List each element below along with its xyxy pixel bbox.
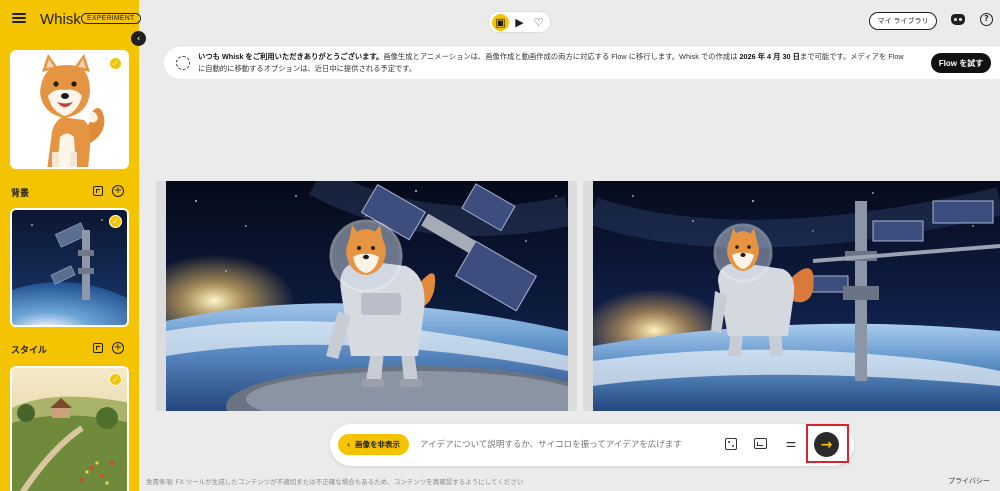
hide-images-button[interactable]: ‹ 画像を非表示 [338,434,409,455]
discord-icon[interactable] [951,14,965,25]
generated-image-2[interactable] [593,181,1000,411]
style-upload-icon[interactable] [93,343,103,353]
space-station-image [12,210,127,325]
help-icon[interactable]: ? [980,13,993,26]
favorites-heart-icon[interactable]: ♡ [530,14,547,31]
prompt-bar: ‹ 画像を非表示 ⚌ [330,424,854,466]
try-flow-button[interactable]: Flow を試す [931,53,991,73]
collapse-sidebar-icon[interactable]: ‹ [131,31,146,46]
flow-sparkle-icon [176,56,190,70]
privacy-link[interactable]: プライバシー [948,476,990,486]
selected-check-icon: ✓ [109,57,122,70]
banner-text: いつも Whisk をご利用いただきありがとうございます。画像生成とアニメーショ… [198,52,904,73]
background-upload-icon[interactable] [93,186,103,196]
chevron-left-icon: ‹ [346,440,351,449]
background-section-label: 背景 [11,189,30,199]
shiba-dog-image [12,52,127,167]
countryside-painting-image [12,368,127,491]
submit-arrow-button[interactable]: → [814,432,839,457]
disclaimer-text: 免責条項: FX ツールが生成したコンテンツが不適切または不正確な場合もあるため… [146,479,524,486]
style-add-icon[interactable]: + [112,342,124,354]
my-library-button[interactable]: マイ ライブラリ [869,12,937,30]
subject-card[interactable]: ✓ [10,50,129,169]
video-mode-icon[interactable]: ▶ [511,14,528,31]
settings-sliders-icon[interactable]: ⚌ [785,436,797,450]
style-section-label: スタイル [11,346,48,356]
generated-image-1[interactable] [166,181,568,411]
style-card[interactable]: ✓ [10,366,129,491]
aspect-ratio-icon[interactable] [754,438,767,449]
prompt-input[interactable] [420,435,710,455]
background-add-icon[interactable]: + [112,185,124,197]
app-brand[interactable]: Whisk [40,11,81,28]
mode-switcher: ▣ ▶ ♡ [488,11,551,33]
experiment-badge: EXPERIMENT [81,13,141,24]
image-mode-icon[interactable]: ▣ [492,13,509,31]
menu-icon[interactable] [12,13,26,23]
sidebar: Whisk EXPERIMENT ✓ 背景 + ✓ スタイル + ✓ [0,0,141,491]
selected-check-icon: ✓ [109,215,122,228]
selected-check-icon: ✓ [109,373,122,386]
dice-icon[interactable] [725,438,737,450]
announcement-banner: いつも Whisk をご利用いただきありがとうございます。画像生成とアニメーショ… [164,47,1000,79]
background-card[interactable]: ✓ [10,208,129,327]
